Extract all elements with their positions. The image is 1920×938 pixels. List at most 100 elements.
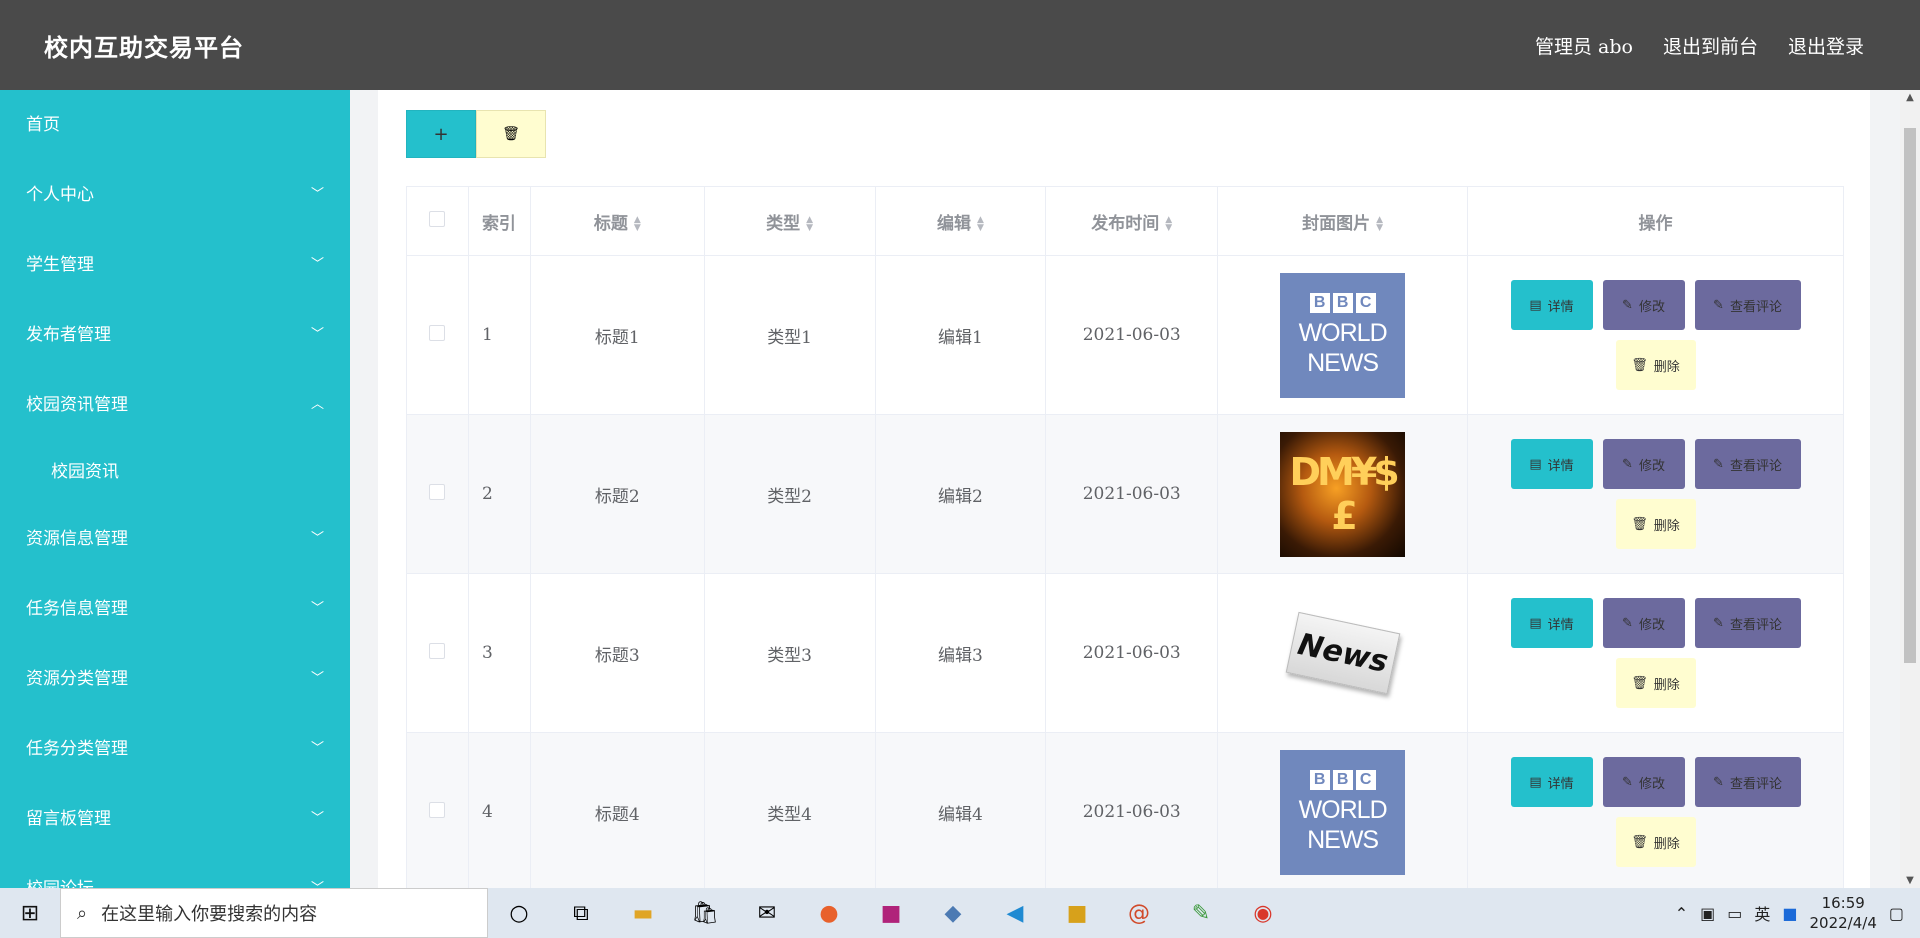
- taskbar-search[interactable]: ⌕ 在这里输入你要搜索的内容: [60, 888, 488, 938]
- cortana-icon[interactable]: ○: [488, 888, 550, 938]
- cell-time: 2021-06-03: [1045, 732, 1219, 888]
- sort-icon[interactable]: ▲ ▼: [1376, 216, 1383, 233]
- scrollbar-thumb[interactable]: [1904, 128, 1916, 663]
- view-comments-button[interactable]: ✎ 查看评论: [1694, 598, 1801, 648]
- windows-start-icon[interactable]: ⊞: [0, 888, 60, 938]
- vscode-icon[interactable]: ◀: [984, 888, 1046, 938]
- snail-app-icon[interactable]: @: [1108, 888, 1170, 938]
- firefox-icon[interactable]: ●: [798, 888, 860, 938]
- sort-icon[interactable]: ▲ ▼: [1165, 216, 1172, 233]
- cover-image-bbc: BBC WORLD NEWS: [1280, 749, 1406, 875]
- add-button[interactable]: +: [406, 110, 476, 158]
- detail-button[interactable]: ▤ 详情: [1510, 598, 1593, 648]
- sidebar-item-label: 校园论坛: [26, 879, 94, 888]
- delete-button[interactable]: 🗑 删除: [1615, 658, 1696, 708]
- sidebar-item-label: 任务分类管理: [26, 739, 128, 759]
- header-ops: 操作: [1467, 186, 1844, 256]
- file-explorer-icon[interactable]: ▬: [612, 888, 674, 938]
- delete-button[interactable]: 🗑 删除: [1615, 817, 1696, 867]
- back-to-front-link[interactable]: 退出到前台: [1663, 32, 1758, 59]
- logout-link[interactable]: 退出登录: [1788, 32, 1864, 59]
- edit-icon: ✎: [1713, 774, 1724, 790]
- edit-icon: ✎: [1713, 456, 1724, 472]
- bbc-logo: BBC: [1309, 769, 1376, 790]
- header-type[interactable]: 类型 ▲ ▼: [704, 186, 876, 256]
- mail-icon[interactable]: ✉: [736, 888, 798, 938]
- display-icon[interactable]: ▭: [1727, 904, 1742, 923]
- sidebar-item-message-board[interactable]: 留言板管理 ﹀: [0, 784, 350, 854]
- header-actions: 管理员 abo 退出到前台 退出登录: [1535, 32, 1864, 59]
- table-row: 3 标题3 类型3 编辑3 2021-06-03 News ▤ 详情 ✎ 修改 ✎ 查…: [406, 573, 1844, 733]
- cell-title: 标题1: [530, 255, 705, 415]
- view-comments-button[interactable]: ✎ 查看评论: [1694, 439, 1801, 489]
- sidebar-item-forum[interactable]: 校园论坛 ﹀: [0, 854, 350, 888]
- view-comments-button[interactable]: ✎ 查看评论: [1694, 757, 1801, 807]
- header-title[interactable]: 标题 ▲ ▼: [530, 186, 705, 256]
- edit-icon: ✎: [1622, 456, 1633, 472]
- sidebar-item-campus-news-mgmt[interactable]: 校园资讯管理 ︿: [0, 370, 350, 440]
- row-checkbox[interactable]: [429, 324, 446, 341]
- mysql-dolphin-icon[interactable]: ◆: [922, 888, 984, 938]
- row-checkbox[interactable]: [429, 483, 446, 500]
- select-all-cell: [406, 186, 469, 256]
- sidebar-item-resources[interactable]: 资源信息管理 ﹀: [0, 504, 350, 574]
- cell-index: 3: [468, 573, 531, 733]
- toolbar: + 🗑: [406, 110, 546, 158]
- scroll-up-icon[interactable]: ▲: [1900, 92, 1920, 103]
- modify-button[interactable]: ✎ 修改: [1602, 598, 1685, 648]
- sidebar-item-publishers[interactable]: 发布者管理 ﹀: [0, 300, 350, 370]
- sidebar-subitem-campus-news[interactable]: 校园资讯: [0, 440, 350, 504]
- row-checkbox[interactable]: [429, 642, 446, 659]
- modify-button[interactable]: ✎ 修改: [1602, 439, 1685, 489]
- row-checkbox[interactable]: [429, 801, 446, 818]
- sidebar-item-label: 校园资讯: [51, 462, 119, 482]
- app-icon[interactable]: ■: [1046, 888, 1108, 938]
- network-icon[interactable]: ▣: [1700, 904, 1715, 923]
- baidu-icon[interactable]: ■: [1782, 904, 1797, 923]
- delete-button[interactable]: 🗑 删除: [1615, 499, 1696, 549]
- store-icon[interactable]: 🛍: [674, 888, 736, 938]
- sidebar-item-students[interactable]: 学生管理 ﹀: [0, 230, 350, 300]
- sidebar-item-label: 发布者管理: [26, 325, 111, 345]
- ime-indicator[interactable]: 英: [1754, 901, 1770, 925]
- trash-icon: 🗑: [1631, 516, 1648, 532]
- modify-button[interactable]: ✎ 修改: [1602, 280, 1685, 330]
- batch-delete-button[interactable]: 🗑: [476, 110, 546, 158]
- scroll-down-icon[interactable]: ▼: [1900, 875, 1920, 886]
- sidebar-item-personal-center[interactable]: 个人中心 ﹀: [0, 160, 350, 230]
- notepad-icon[interactable]: ✎: [1170, 888, 1232, 938]
- task-view-icon[interactable]: ⧉: [550, 888, 612, 938]
- view-comments-button[interactable]: ✎ 查看评论: [1694, 280, 1801, 330]
- detail-button[interactable]: ▤ 详情: [1510, 757, 1593, 807]
- sort-icon[interactable]: ▲ ▼: [634, 216, 641, 233]
- page-scrollbar[interactable]: ▲ ▼: [1900, 90, 1920, 888]
- row-checkbox-cell: [406, 573, 469, 733]
- header-cover[interactable]: 封面图片 ▲ ▼: [1217, 186, 1469, 256]
- delete-button[interactable]: 🗑 删除: [1615, 340, 1696, 390]
- detail-button[interactable]: ▤ 详情: [1510, 439, 1593, 489]
- row-actions: ▤ 详情 ✎ 修改 ✎ 查看评论 🗑 删除: [1506, 280, 1806, 390]
- chevron-down-icon: ﹀: [310, 741, 324, 756]
- cell-index: 4: [468, 732, 531, 888]
- chevron-up-icon[interactable]: ⌃: [1675, 904, 1688, 923]
- sort-icon[interactable]: ▲ ▼: [806, 216, 813, 233]
- trash-icon: 🗑: [1631, 357, 1648, 373]
- sort-icon[interactable]: ▲ ▼: [977, 216, 984, 233]
- chrome-icon[interactable]: ◉: [1232, 888, 1294, 938]
- notification-icon[interactable]: ▢: [1889, 904, 1904, 923]
- header-time[interactable]: 发布时间 ▲ ▼: [1045, 186, 1219, 256]
- cell-type: 类型1: [704, 255, 876, 415]
- admin-user-label[interactable]: 管理员 abo: [1535, 32, 1633, 59]
- select-all-checkbox[interactable]: [429, 210, 446, 227]
- sidebar-item-tasks[interactable]: 任务信息管理 ﹀: [0, 574, 350, 644]
- cell-cover: DM¥$£: [1217, 414, 1469, 574]
- clock[interactable]: 16:59 2022/4/4: [1810, 893, 1877, 933]
- sidebar-item-resource-categories[interactable]: 资源分类管理 ﹀: [0, 644, 350, 714]
- intellij-icon[interactable]: ■: [860, 888, 922, 938]
- detail-button[interactable]: ▤ 详情: [1510, 280, 1593, 330]
- modify-button[interactable]: ✎ 修改: [1602, 757, 1685, 807]
- sidebar-item-task-categories[interactable]: 任务分类管理 ﹀: [0, 714, 350, 784]
- sidebar-item-home[interactable]: 首页: [0, 90, 350, 160]
- cell-type: 类型2: [704, 414, 876, 574]
- header-editor[interactable]: 编辑 ▲ ▼: [875, 186, 1047, 256]
